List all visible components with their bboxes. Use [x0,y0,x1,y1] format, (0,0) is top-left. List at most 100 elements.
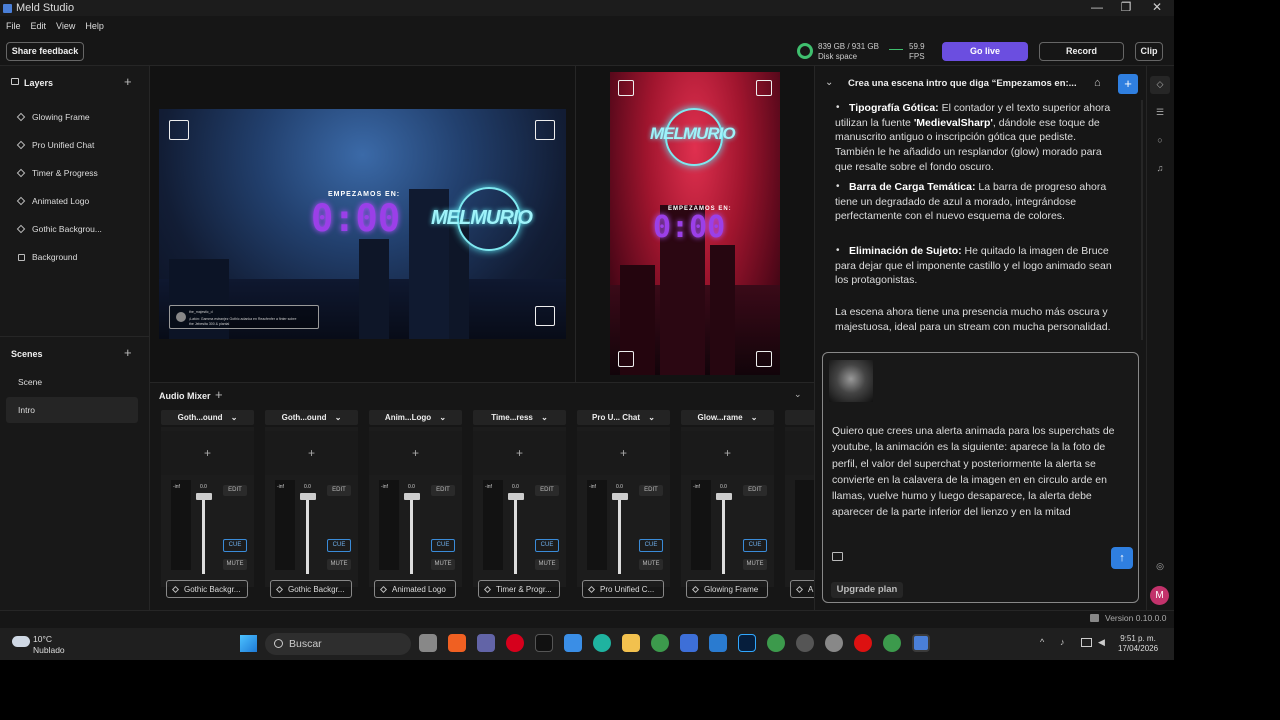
channel-add-button[interactable]: + [473,431,566,475]
attached-skull-image[interactable] [829,360,873,402]
cue-button[interactable]: CUE [431,539,455,552]
maximize-button[interactable]: ❐ [1111,0,1141,16]
fader-knob[interactable] [196,493,212,500]
brave-icon[interactable] [448,634,466,652]
taskbar-search[interactable]: Buscar [265,633,411,655]
mute-button[interactable]: MUTE [431,559,455,570]
weather-widget[interactable]: 10°C Nublado [33,634,65,656]
channel-source-button[interactable]: Timer & Progr... [478,580,560,598]
edit-button[interactable]: EDIT [743,485,767,496]
cue-button[interactable]: CUE [743,539,767,552]
edge-icon[interactable] [593,634,611,652]
record-app-icon[interactable] [854,634,872,652]
teams-icon[interactable] [477,634,495,652]
add-audio-button[interactable]: + [215,388,223,401]
fader-track[interactable] [722,494,725,574]
channel-add-button[interactable]: + [785,431,814,475]
sliders-icon[interactable]: ☰ [1154,107,1166,119]
menu-help[interactable]: Help [85,21,104,31]
horizontal-canvas[interactable]: EMPEZAMOS EN: 0:00 MELMURIO the_majestic… [159,109,566,339]
edit-button[interactable]: EDIT [223,485,247,496]
fader-knob[interactable] [612,493,628,500]
channel-header[interactable]: Time...ress ⌄ [473,410,566,425]
channel-header[interactable]: Anim...Logo ⌄ [369,410,462,425]
fader-track[interactable] [618,494,621,574]
file-explorer-icon[interactable] [622,634,640,652]
mute-button[interactable]: MUTE [327,559,351,570]
settings-icon[interactable]: ◎ [1154,561,1166,573]
chrome-icon[interactable] [651,634,669,652]
go-live-button[interactable]: Go live [942,42,1028,61]
audio-icon[interactable]: ♫ [1154,163,1166,175]
channel-source-button[interactable]: Gothic Backgr... [270,580,352,598]
microphone-icon[interactable]: ♪ [1060,637,1065,647]
channel-add-button[interactable]: + [369,431,462,475]
fader-track[interactable] [514,494,517,574]
channel-source-button[interactable]: Gothic Backgr... [166,580,248,598]
channel-header[interactable]: Goth...ound ⌄ [161,410,254,425]
share-feedback-button[interactable]: Share feedback [6,42,84,61]
chrome-profile-icon[interactable] [883,634,901,652]
mute-button[interactable]: MUTE [535,559,559,570]
menu-edit[interactable]: Edit [31,21,47,31]
new-chat-button[interactable]: + [1118,74,1138,94]
channel-source-button[interactable]: Animated Logo [374,580,456,598]
cue-button[interactable]: CUE [223,539,247,552]
obs-icon[interactable] [796,634,814,652]
clip-button[interactable]: Clip [1135,42,1163,61]
windows-start-icon[interactable] [240,635,257,652]
fader-knob[interactable] [508,493,524,500]
edit-button[interactable]: EDIT [327,485,351,496]
chevron-down-icon[interactable]: ⌄ [825,77,833,88]
send-button[interactable]: ↑ [1111,547,1133,569]
mute-button[interactable]: MUTE [743,559,767,570]
mute-button[interactable]: MUTE [223,559,247,570]
fader-track[interactable] [202,494,205,574]
tray-chevron-icon[interactable]: ^ [1040,637,1044,647]
channel-source-button[interactable]: Pro Unified C... [582,580,664,598]
diamond-icon[interactable]: ◇ [1154,79,1166,91]
minimize-button[interactable]: — [1082,0,1112,16]
fader-knob[interactable] [404,493,420,500]
add-layer-button[interactable]: + [124,75,132,88]
layer-item-background[interactable]: Background [18,250,77,264]
chat-input-text[interactable]: Quiero que crees una alerta animada para… [832,423,1132,521]
cue-button[interactable]: CUE [639,539,663,552]
channel-header[interactable]: Pro U... Chat ⌄ [577,410,670,425]
task-view-icon[interactable] [419,634,437,652]
layer-item-timer-progress[interactable]: Timer & Progress [16,166,98,180]
channel-header[interactable]: Glow...rame ⌄ [681,410,774,425]
taskbar-clock[interactable]: 9:51 p. m. 17/04/2026 [1118,634,1158,654]
layer-item-pro-unified-chat[interactable]: Pro Unified Chat [16,138,94,152]
channel-add-button[interactable]: + [681,431,774,475]
cue-button[interactable]: CUE [327,539,351,552]
home-icon[interactable]: ⌂ [1094,77,1101,89]
layer-item-glowing-frame[interactable]: Glowing Frame [16,110,90,124]
record-button[interactable]: Record [1039,42,1124,61]
user-avatar[interactable]: M [1150,586,1169,605]
channel-add-button[interactable]: + [265,431,358,475]
chat-scrollbar[interactable] [1141,100,1143,340]
channel-source-button[interactable]: Glowing Frame [686,580,768,598]
chrome-profile-icon[interactable] [767,634,785,652]
mute-button[interactable]: MUTE [639,559,663,570]
channel-header[interactable]: A ⌄ [785,410,814,425]
edit-button[interactable]: EDIT [535,485,559,496]
settings-app-icon[interactable] [825,634,843,652]
mixer-collapse-chevron-icon[interactable]: ⌄ [794,389,802,400]
fader-track[interactable] [306,494,309,574]
scene-item-intro[interactable]: Intro [6,397,138,423]
channel-header[interactable]: Goth...ound ⌄ [265,410,358,425]
close-window-button[interactable]: ✕ [1142,0,1172,16]
fader-track[interactable] [410,494,413,574]
channel-add-button[interactable]: + [161,431,254,475]
photos-icon[interactable] [709,634,727,652]
opera-icon[interactable] [506,634,524,652]
cue-button[interactable]: CUE [535,539,559,552]
channel-source-button[interactable]: A [790,580,814,598]
channel-add-button[interactable]: + [577,431,670,475]
fader-knob[interactable] [300,493,316,500]
meld-studio-taskbar-icon[interactable] [912,634,930,652]
edit-button[interactable]: EDIT [431,485,455,496]
edit-button[interactable]: EDIT [639,485,663,496]
